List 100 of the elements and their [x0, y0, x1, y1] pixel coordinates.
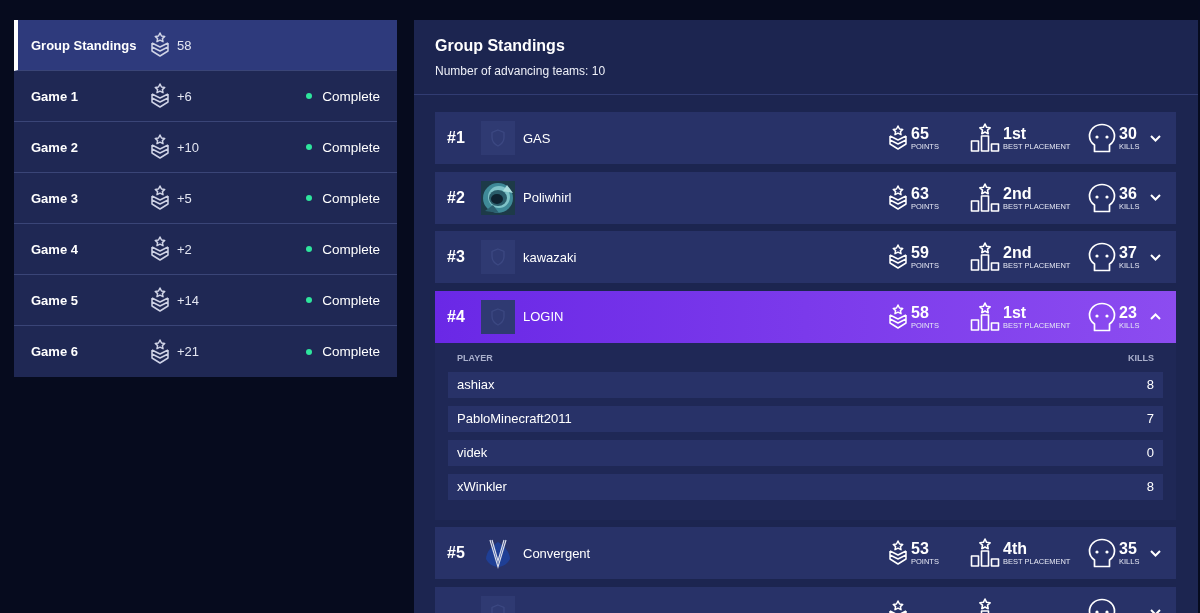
sidebar-item[interactable]: Game 2 +10 Complete — [14, 122, 397, 173]
kills-value: 30 — [1119, 125, 1138, 142]
game-label: Game 4 — [31, 241, 79, 257]
player-name: videk — [457, 445, 488, 460]
shield-placeholder-icon — [481, 299, 515, 334]
placement-value: 4th — [1003, 540, 1028, 557]
sidebar-item[interactable]: Game 4 +2 Complete — [14, 224, 397, 275]
points-value: 58 — [911, 303, 930, 321]
advancing-teams-text: Number of advancing teams: 10 — [435, 64, 607, 78]
shield-placeholder-icon — [481, 240, 515, 274]
rank-chevron-icon — [150, 338, 170, 365]
skull-icon — [1088, 182, 1116, 213]
player-kills: 0 — [1146, 445, 1154, 460]
placement-value: 1st — [1003, 303, 1028, 321]
rank-text: #4 — [447, 307, 466, 326]
rank-chevron-icon — [150, 287, 170, 313]
kills-value: 23 — [1119, 303, 1138, 321]
team-name: Poliwhirl — [523, 190, 573, 205]
status-text: Complete — [322, 344, 380, 359]
kills-value: 35 — [1119, 540, 1138, 557]
podium-icon — [970, 538, 1000, 568]
rank-text: #5 — [447, 544, 466, 562]
shield-placeholder-icon — [481, 121, 515, 155]
status-dot — [306, 348, 313, 355]
player-name: xWinkler — [457, 479, 507, 494]
points-text: +14 — [177, 292, 201, 308]
rank-chevron-icon — [888, 540, 908, 566]
sidebar-item[interactable]: Game 1 +6 Complete — [14, 71, 397, 122]
game-label: Game 2 — [31, 139, 79, 155]
podium-icon — [970, 301, 1000, 332]
points-text: +2 — [177, 241, 193, 257]
skull-icon — [1088, 301, 1116, 332]
chevron-down-icon[interactable] — [1149, 549, 1161, 557]
points-text: +10 — [177, 139, 201, 155]
kills-value: 36 — [1119, 184, 1138, 202]
game-label: Game 5 — [31, 292, 79, 308]
rank-chevron-icon — [150, 83, 170, 109]
points-text: +5 — [177, 190, 193, 206]
player-name: PabloMinecraft2011 — [457, 411, 572, 426]
game-label: Game 6 — [31, 344, 79, 359]
column-header: KILLS — [1128, 352, 1154, 363]
team-name: LOGIN — [523, 309, 565, 324]
sidebar-item[interactable]: Game 5 +14 Complete — [14, 275, 397, 326]
panel-title: Group Standings — [435, 37, 566, 55]
sidebar-item[interactable]: Game 3 +5 Complete — [14, 173, 397, 224]
chevron-down-icon[interactable] — [1149, 253, 1161, 261]
rank-chevron-icon — [888, 125, 908, 151]
rank-chevron-icon — [150, 185, 170, 211]
team-name: kawazaki — [523, 249, 578, 265]
status-dot — [306, 246, 313, 252]
column-header: PLAYER — [457, 352, 493, 363]
sidebar-item[interactable]: Group Standings 58 — [14, 20, 397, 71]
game-label: Group Standings — [31, 37, 138, 53]
podium-icon — [970, 123, 1000, 153]
kills-value: 37 — [1119, 244, 1138, 261]
podium-icon — [970, 242, 1000, 272]
placement-value: 2nd — [1003, 244, 1033, 261]
rank-chevron-icon — [150, 134, 170, 160]
team-name: Convergent — [523, 545, 592, 561]
status-dot — [306, 297, 313, 303]
points-value: 63 — [911, 184, 930, 202]
chevron-down-icon[interactable] — [1149, 134, 1161, 142]
rank-chevron-icon — [888, 244, 908, 270]
chevron-down-icon[interactable] — [1149, 194, 1161, 201]
player-kills: 8 — [1146, 377, 1154, 392]
points-text: 58 — [177, 37, 193, 53]
rank-chevron-icon — [150, 32, 170, 58]
rank-text: #1 — [447, 129, 466, 147]
rank-chevron-icon — [888, 303, 908, 330]
chevron-up-icon[interactable] — [1149, 313, 1161, 320]
points-text: +21 — [177, 344, 201, 359]
points-value: 65 — [911, 125, 930, 142]
status-dot — [306, 195, 313, 201]
status-text: Complete — [322, 139, 380, 155]
points-text: +6 — [177, 88, 193, 104]
placement-value: 2nd — [1003, 184, 1033, 202]
rank-text: #3 — [447, 248, 466, 266]
status-text: Complete — [322, 241, 380, 257]
status-dot — [306, 93, 313, 99]
sidebar-item[interactable]: Game 6 +21 Complete — [14, 326, 397, 377]
skull-icon — [1088, 538, 1116, 568]
points-value: 53 — [911, 540, 930, 557]
team-name: GAS — [523, 130, 552, 146]
status-dot — [306, 144, 313, 150]
status-text: Complete — [322, 190, 380, 206]
skull-icon — [1088, 242, 1116, 272]
status-text: Complete — [322, 88, 380, 104]
placement-value: 1st — [1003, 125, 1028, 142]
player-name: ashiax — [457, 377, 495, 392]
points-value: 59 — [911, 244, 930, 261]
rank-chevron-icon — [888, 184, 908, 211]
game-label: Game 3 — [31, 190, 79, 206]
player-kills: 7 — [1146, 411, 1154, 426]
rank-chevron-icon — [150, 236, 170, 262]
status-text: Complete — [322, 292, 380, 308]
player-kills: 8 — [1146, 479, 1154, 494]
skull-icon — [1088, 123, 1116, 153]
game-label: Game 1 — [31, 88, 79, 104]
podium-icon — [970, 182, 1000, 213]
rank-text: #2 — [447, 188, 466, 207]
